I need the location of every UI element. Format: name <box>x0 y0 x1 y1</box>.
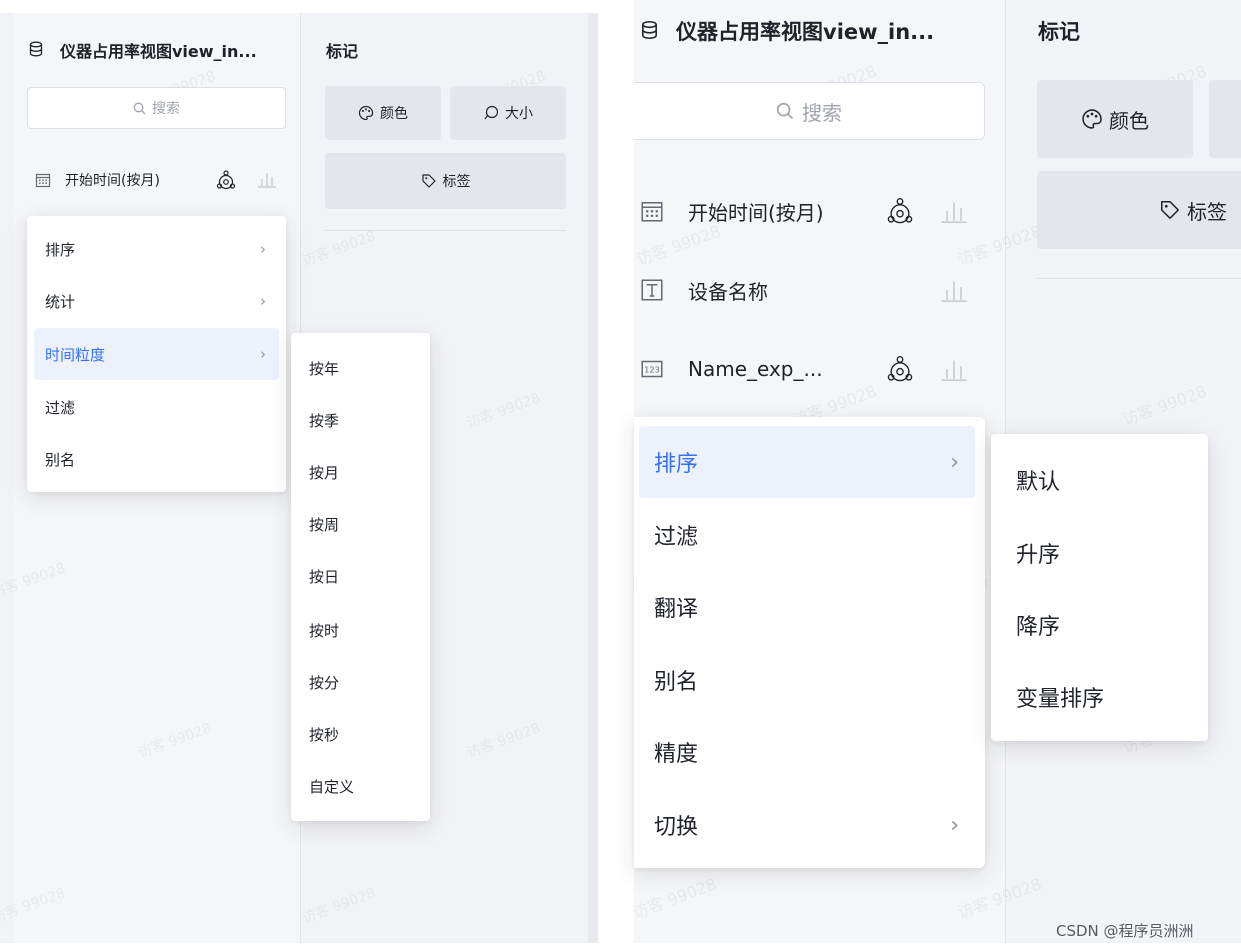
dataset-title: 仪器占用率视图view_in... <box>60 42 257 61</box>
menu-item-filter[interactable]: 过滤 <box>634 500 985 570</box>
number-type-icon: 123 <box>640 357 664 381</box>
submenu-item-week[interactable]: 按周 <box>291 499 430 549</box>
submenu-item-quarter[interactable]: 按季 <box>291 395 430 445</box>
field-row[interactable]: 开始时间(按月) <box>640 196 980 226</box>
dataset-title: 仪器占用率视图view_in... <box>676 20 935 44</box>
submenu-item-custom[interactable]: 自定义 <box>291 761 430 811</box>
bar-chart-icon[interactable] <box>940 198 968 224</box>
chevron-right-icon: › <box>950 812 959 838</box>
time-granularity-submenu: 按年 按季 按月 按周 按日 按时 按分 按秒 自定义 <box>291 333 430 821</box>
submenu-item-second[interactable]: 按秒 <box>291 709 430 759</box>
submenu-item-default[interactable]: 默认 <box>991 444 1208 516</box>
field-row[interactable]: 开始时间(按月) <box>35 168 285 192</box>
chevron-right-icon: › <box>260 345 266 363</box>
submenu-item-variable-sort[interactable]: 变量排序 <box>991 661 1208 733</box>
menu-item-statistics[interactable]: 统计 › <box>27 276 286 326</box>
submenu-item-day[interactable]: 按日 <box>291 551 430 601</box>
color-chip[interactable]: 颜色 <box>1037 80 1193 158</box>
search-placeholder: 搜索 <box>802 100 842 125</box>
chevron-right-icon: › <box>260 292 266 310</box>
menu-item-sort[interactable]: 排序 › <box>639 426 975 498</box>
dimension-icon[interactable] <box>215 169 237 191</box>
bar-chart-icon[interactable] <box>257 170 277 188</box>
label-chip-label: 标签 <box>1187 199 1227 224</box>
submenu-item-minute[interactable]: 按分 <box>291 657 430 707</box>
text-type-icon <box>640 278 664 302</box>
chevron-right-icon: › <box>260 240 266 258</box>
field-name: 开始时间(按月) <box>688 200 824 225</box>
csdn-credit: CSDN @程序员洲洲 <box>1056 922 1194 940</box>
search-icon <box>776 102 794 120</box>
tag-icon <box>1159 199 1181 221</box>
calendar-icon <box>35 172 51 188</box>
menu-item-alias[interactable]: 别名 <box>27 434 286 484</box>
search-input[interactable]: 搜索 <box>27 87 286 129</box>
submenu-item-month[interactable]: 按月 <box>291 447 430 497</box>
bar-chart-icon[interactable] <box>940 277 968 303</box>
label-chip[interactable]: 标签 <box>1037 171 1241 249</box>
submenu-item-year[interactable]: 按年 <box>291 343 430 393</box>
dataset-icon <box>29 41 43 57</box>
context-menu: 排序 › 统计 › 时间粒度 › 过滤 别名 <box>27 216 286 492</box>
field-row[interactable]: 123 Name_exp_... <box>640 354 980 384</box>
search-placeholder: 搜索 <box>152 101 180 117</box>
color-chip-label: 颜色 <box>1109 108 1149 133</box>
palette-icon <box>358 105 374 121</box>
field-row[interactable]: 设备名称 <box>640 275 980 305</box>
size-icon <box>483 105 499 121</box>
field-name: Name_exp_... <box>688 357 823 381</box>
field-name: 设备名称 <box>688 279 768 304</box>
color-chip-label: 颜色 <box>380 106 408 122</box>
context-menu: 排序 › 过滤 翻译 别名 精度 切换 › <box>634 417 985 868</box>
menu-item-precision[interactable]: 精度 <box>634 717 985 787</box>
size-chip-label: 大小 <box>505 106 533 122</box>
submenu-item-descending[interactable]: 降序 <box>991 589 1208 661</box>
menu-item-sort[interactable]: 排序 › <box>27 224 286 274</box>
label-chip[interactable]: 标签 <box>325 153 566 209</box>
sort-submenu: 默认 升序 降序 变量排序 <box>991 434 1208 741</box>
size-chip[interactable] <box>1209 80 1241 158</box>
field-name: 开始时间(按月) <box>65 173 160 189</box>
marks-title: 标记 <box>326 42 359 61</box>
menu-item-switch[interactable]: 切换 › <box>634 790 985 860</box>
search-icon <box>133 102 146 115</box>
submenu-item-hour[interactable]: 按时 <box>291 605 430 655</box>
bar-chart-icon[interactable] <box>940 356 968 382</box>
submenu-item-ascending[interactable]: 升序 <box>991 517 1208 589</box>
marks-divider <box>1037 278 1241 279</box>
size-chip[interactable]: 大小 <box>450 86 566 140</box>
dimension-icon[interactable] <box>885 354 915 384</box>
menu-item-filter[interactable]: 过滤 <box>27 382 286 432</box>
calendar-icon <box>640 199 664 223</box>
palette-icon <box>1081 108 1103 130</box>
left-scroll-gutter <box>588 13 598 943</box>
label-chip-label: 标签 <box>442 174 471 190</box>
tag-icon <box>421 173 437 189</box>
search-input[interactable]: 搜索 <box>634 82 985 140</box>
dimension-icon[interactable] <box>885 196 915 226</box>
menu-item-alias[interactable]: 别名 <box>634 645 985 715</box>
marks-title: 标记 <box>1038 20 1080 44</box>
menu-item-time-granularity[interactable]: 时间粒度 › <box>34 328 279 380</box>
marks-divider <box>325 230 566 231</box>
dataset-icon <box>641 20 658 40</box>
svg-text:123: 123 <box>644 365 660 375</box>
menu-item-translate[interactable]: 翻译 <box>634 572 985 642</box>
color-chip[interactable]: 颜色 <box>325 86 441 140</box>
chevron-right-icon: › <box>950 449 959 475</box>
